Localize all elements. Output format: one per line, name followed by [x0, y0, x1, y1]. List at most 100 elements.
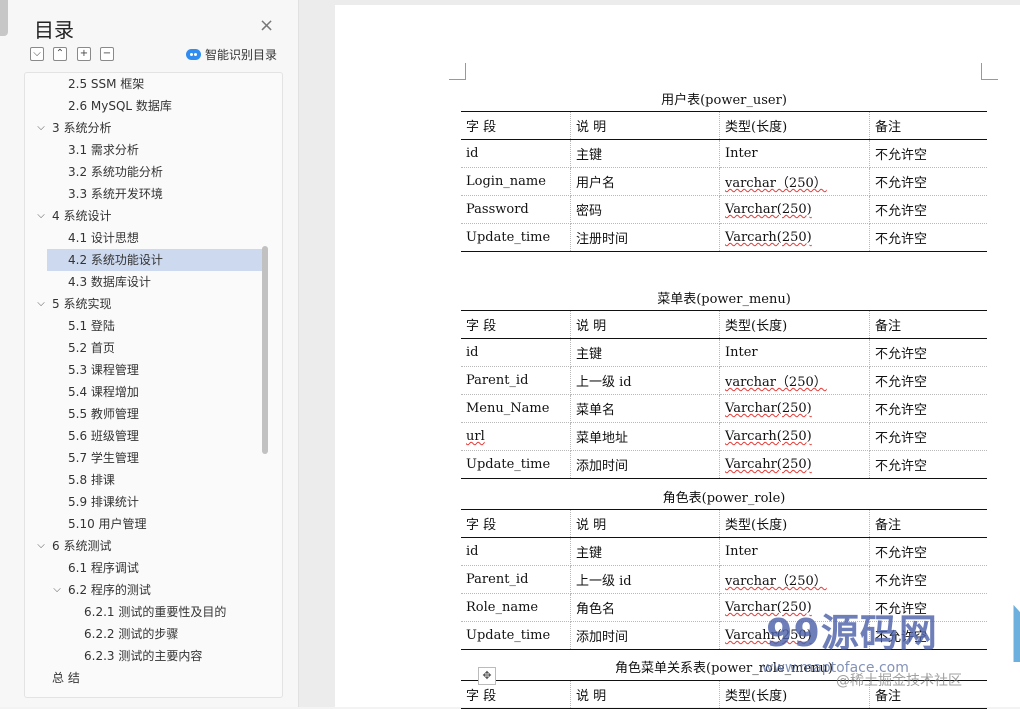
- toc-item[interactable]: 5.8 排课: [25, 469, 265, 491]
- toc-item[interactable]: 2.6 MySQL 数据库: [25, 95, 265, 117]
- cell-text: 不允许空: [875, 347, 928, 362]
- toc-item[interactable]: 6.2.2 测试的步骤: [25, 623, 265, 645]
- table-cell: Inter: [719, 338, 870, 367]
- table-cell: Varcarh(250): [719, 422, 870, 451]
- toc-item[interactable]: 6.2.1 测试的重要性及目的: [25, 601, 265, 623]
- toc-item-label: 5.6 班级管理: [68, 429, 139, 443]
- remove-heading-icon[interactable]: −: [100, 47, 114, 61]
- table-row: Update_time 添加时间 Varcahr(250) 不允许空: [461, 450, 987, 479]
- toc-list: 2.5 SSM 框架 2.6 MySQL 数据库 ⌵ 3 系统分析 3.1 需求分析 3.…: [24, 72, 283, 698]
- smart-toc-button[interactable]: 智能识别目录: [186, 46, 277, 63]
- table-cell: 不允许空: [869, 422, 987, 451]
- toc-item[interactable]: 5.2 首页: [25, 337, 265, 359]
- table-cell: 添加时间: [570, 450, 720, 479]
- table-cell: 菜单名: [570, 394, 720, 423]
- toc-item-label: 5.1 登陆: [68, 319, 115, 333]
- cell-text: 注册时间: [576, 232, 629, 247]
- smart-toc-label: 智能识别目录: [205, 48, 278, 62]
- table-caption: 角色表(power_role): [662, 491, 786, 506]
- table-row: Update_time 注册时间 Varcarh(250) 不允许空: [461, 223, 987, 252]
- toc-item[interactable]: 5.4 课程增加: [25, 381, 265, 403]
- chevron-down-icon[interactable]: ⌵: [35, 535, 47, 557]
- table-cell: Password: [461, 195, 571, 224]
- toc-item[interactable]: 4.3 数据库设计: [25, 271, 265, 293]
- cell-text: Parent_id: [466, 373, 529, 388]
- cell-text: 不允许空: [875, 176, 928, 191]
- table-cell: 上一级 id: [570, 565, 720, 594]
- toc-item-label: 3 系统分析: [52, 121, 112, 135]
- cell-text: Inter: [725, 345, 758, 360]
- table-row: id 主键 Inter 不允许空: [461, 537, 987, 566]
- toc-scrollbar[interactable]: [262, 246, 268, 454]
- toc-item[interactable]: ⌵ 6 系统测试: [25, 535, 265, 557]
- table-cell: Role_name: [461, 593, 571, 622]
- toc-item[interactable]: 3.2 系统功能分析: [25, 161, 265, 183]
- table-cell: id: [461, 139, 571, 168]
- table-cell: Inter: [719, 139, 870, 168]
- table-cell: 主键: [570, 139, 720, 168]
- cell-text: Password: [466, 202, 529, 217]
- pane-scrollbar[interactable]: [0, 0, 8, 36]
- toc-item-label: 总 结: [52, 671, 80, 685]
- table-cell: Login_name: [461, 167, 571, 196]
- toc-item[interactable]: 3.3 系统开发环境: [25, 183, 265, 205]
- toc-item[interactable]: 5.5 教师管理: [25, 403, 265, 425]
- cell-text: Varcahr(250): [725, 457, 812, 472]
- table-header-row: 字 段说 明类型(长度) 备注: [461, 310, 987, 339]
- toc-item-label: 3.1 需求分析: [68, 143, 139, 157]
- toc-item-label: 6.2.1 测试的重要性及目的: [84, 605, 227, 619]
- toc-item[interactable]: 5.7 学生管理: [25, 447, 265, 469]
- expand-up-icon[interactable]: ⌃: [53, 47, 67, 61]
- table-caption: 用户表(power_user): [661, 93, 787, 108]
- toc-item[interactable]: ⌵ 6.2 程序的测试: [25, 579, 265, 601]
- table-cell: 不允许空: [869, 537, 987, 566]
- toc-title: 目录: [34, 18, 74, 42]
- data-table-menu: 字 段说 明类型(长度) 备注 id 主键 Inter 不允许空 Parent_id 上一级 …: [461, 310, 987, 479]
- cell-text: 用户名: [576, 176, 616, 191]
- header-cell: 字 段: [461, 310, 571, 339]
- table-caption: 菜单表(power_menu): [657, 292, 791, 307]
- toc-item[interactable]: 2.5 SSM 框架: [25, 73, 265, 95]
- cell-text: Update_time: [466, 457, 551, 472]
- add-heading-icon[interactable]: +: [77, 47, 91, 61]
- table-cell: 注册时间: [570, 223, 720, 252]
- cell-text: 不允许空: [875, 232, 928, 247]
- chevron-down-icon[interactable]: ⌵: [35, 205, 47, 227]
- toc-item[interactable]: 3.1 需求分析: [25, 139, 265, 161]
- collapse-all-icon[interactable]: ⌵: [30, 47, 44, 61]
- table-cell: 不允许空: [869, 195, 987, 224]
- toc-item[interactable]: 5.10 用户管理: [25, 513, 265, 535]
- chevron-down-icon[interactable]: ⌵: [51, 579, 63, 601]
- toc-item[interactable]: 5.9 排课统计: [25, 491, 265, 513]
- close-icon[interactable]: ×: [259, 16, 274, 36]
- header-cell: 备注: [869, 509, 987, 538]
- toc-item[interactable]: 4.1 设计思想: [25, 227, 265, 249]
- chevron-down-icon[interactable]: ⌵: [35, 293, 47, 315]
- toc-item[interactable]: 5.3 课程管理: [25, 359, 265, 381]
- header-cell: 说 明: [570, 509, 720, 538]
- toc-item[interactable]: 5.6 班级管理: [25, 425, 265, 447]
- toc-item[interactable]: 4.2 系统功能设计: [47, 249, 263, 271]
- toc-item[interactable]: ⌵ 5 系统实现: [25, 293, 265, 315]
- toc-item[interactable]: ⌵ 4 系统设计: [25, 205, 265, 227]
- cell-text: 主键: [576, 148, 603, 163]
- header-cell: 备注: [869, 310, 987, 339]
- toc-item[interactable]: 6.1 程序调试: [25, 557, 265, 579]
- table-cell: Varcarh(250): [719, 223, 870, 252]
- cell-text: Menu_Name: [466, 401, 550, 416]
- table-row: Login_name 用户名 varchar（250） 不允许空: [461, 167, 987, 196]
- toc-item-label: 4.3 数据库设计: [68, 275, 151, 289]
- cell-text: Varcarh(250): [725, 230, 812, 245]
- toc-item[interactable]: 总 结: [25, 667, 265, 689]
- chevron-down-icon[interactable]: ⌵: [35, 117, 47, 139]
- table-cell: 不允许空: [869, 565, 987, 594]
- document-area: 用户表(power_user) 字 段说 明类型(长度) 备注 id 主键 Inter 不…: [299, 0, 1020, 709]
- header-cell: 说 明: [570, 111, 720, 140]
- cell-text: Varchar(250): [725, 401, 812, 416]
- toc-item[interactable]: 6.2.3 测试的主要内容: [25, 645, 265, 667]
- table-move-handle-icon[interactable]: ✥: [478, 667, 496, 685]
- toc-item[interactable]: ⌵ 3 系统分析: [25, 117, 265, 139]
- table-cell: 不允许空: [869, 450, 987, 479]
- table-cell: varchar（250）: [719, 167, 870, 196]
- toc-item[interactable]: 5.1 登陆: [25, 315, 265, 337]
